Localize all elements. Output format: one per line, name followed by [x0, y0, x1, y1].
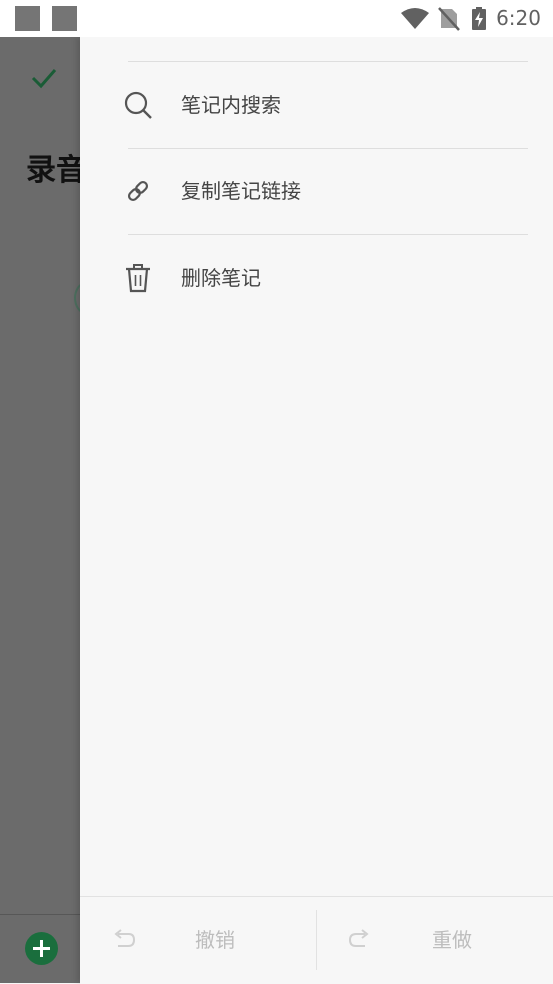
menu-item-label: 删除笔记 [181, 266, 261, 290]
divider [128, 61, 528, 62]
menu-item-label: 复制笔记链接 [181, 179, 301, 203]
battery-charging-icon [472, 7, 486, 30]
add-button[interactable] [25, 932, 58, 965]
undo-label: 撤销 [195, 928, 235, 952]
menu-item-search-in-note[interactable]: 笔记内搜索 [80, 75, 553, 135]
check-icon[interactable] [30, 67, 58, 89]
note-options-drawer: 笔记内搜索 复制笔记链接 删除笔记 撤销 重做 [80, 37, 553, 984]
link-icon [127, 180, 149, 202]
status-time: 6:20 [496, 6, 541, 30]
editor-scrim[interactable]: 录音 [0, 37, 80, 983]
menu-item-copy-link[interactable]: 复制笔记链接 [80, 161, 553, 221]
divider [128, 148, 528, 149]
undo-icon [114, 929, 136, 947]
notification-square-icon [52, 6, 77, 31]
status-bar: 6:20 [0, 0, 553, 37]
wifi-icon [401, 8, 429, 29]
divider [0, 914, 80, 915]
notification-square-icon [15, 6, 40, 31]
trash-icon [126, 264, 150, 293]
undo-button[interactable]: 撤销 [80, 897, 316, 984]
redo-button[interactable]: 重做 [317, 897, 553, 984]
menu-item-label: 笔记内搜索 [181, 93, 281, 117]
undo-redo-bar: 撤销 重做 [80, 896, 553, 984]
redo-label: 重做 [432, 928, 472, 952]
no-sim-icon [438, 7, 460, 31]
divider [128, 234, 528, 235]
redo-icon [348, 929, 369, 947]
note-title: 录音 [26, 153, 80, 188]
menu-item-delete-note[interactable]: 删除笔记 [80, 248, 553, 308]
search-icon [124, 91, 152, 119]
add-icon [33, 940, 50, 957]
